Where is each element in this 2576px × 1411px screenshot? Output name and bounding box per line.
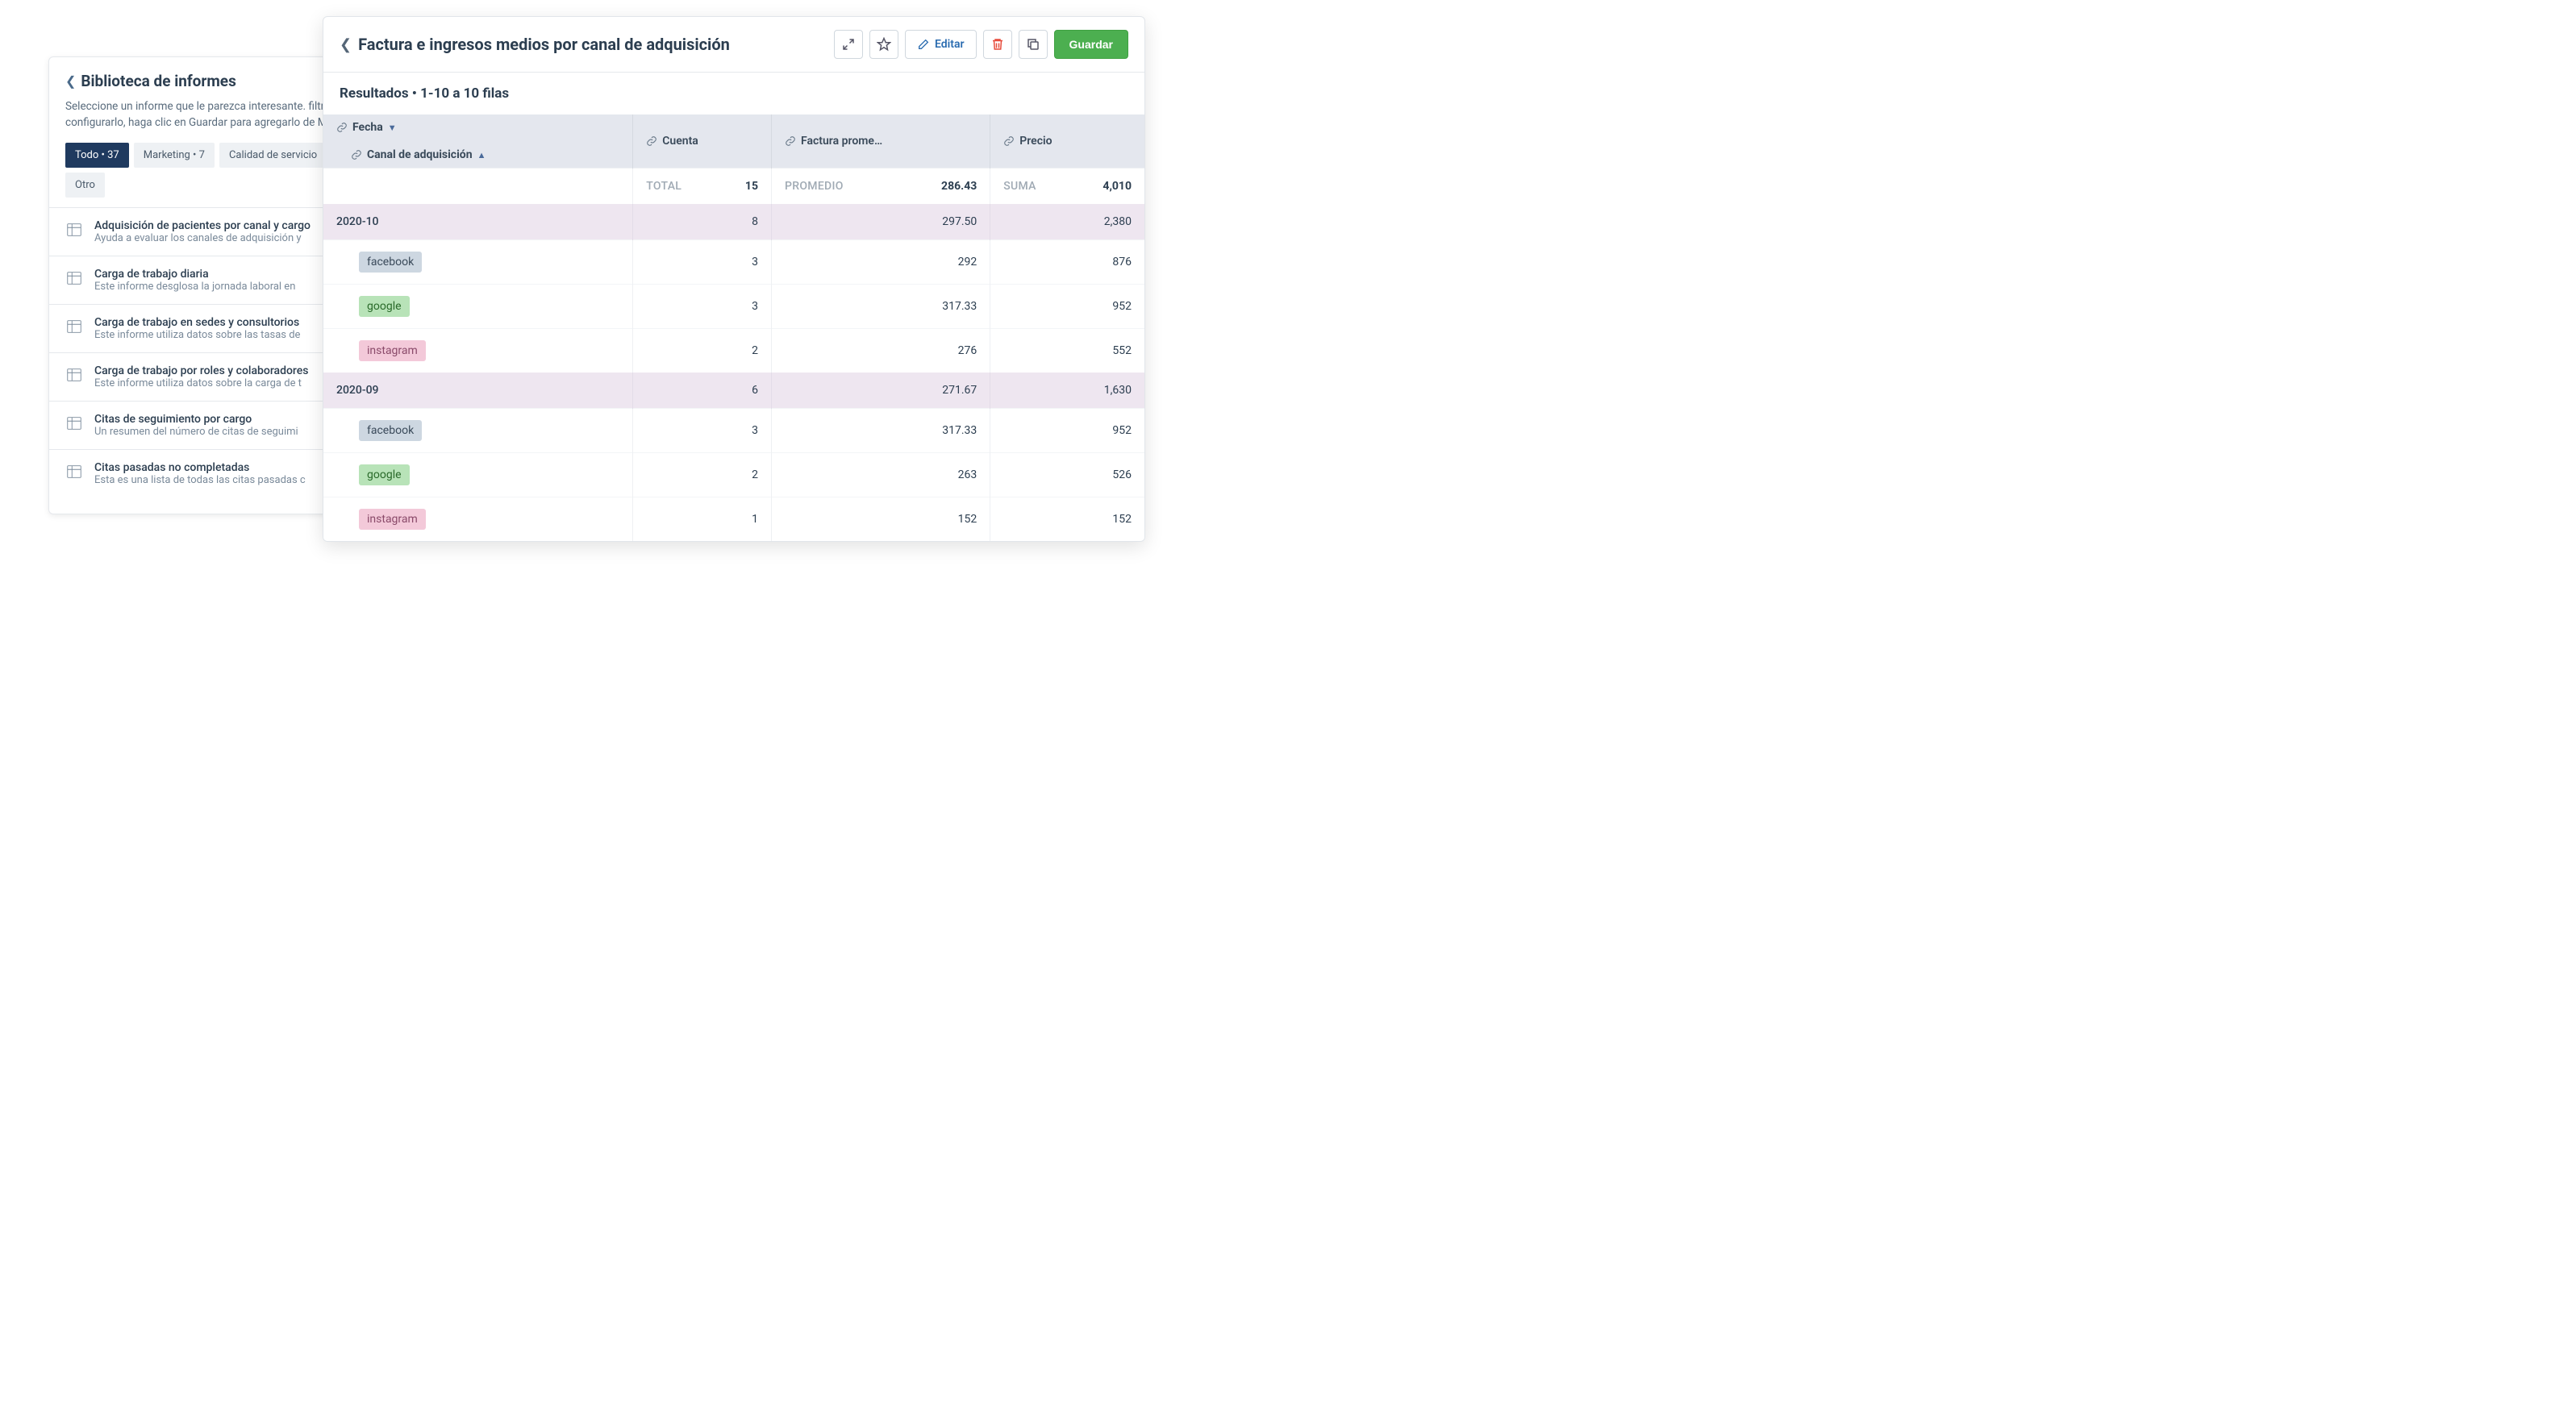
link-icon xyxy=(1003,135,1015,147)
sort-desc-icon: ▼ xyxy=(388,123,397,133)
delete-button[interactable] xyxy=(983,30,1012,59)
link-icon xyxy=(351,149,362,160)
cell-m3: 152 xyxy=(990,497,1144,542)
group-label: 2020-09 xyxy=(323,373,633,409)
column-factura-promedio[interactable]: Factura prome… xyxy=(772,114,990,169)
expand-icon xyxy=(841,37,856,52)
report-item-desc: Este informe utiliza datos sobre las tas… xyxy=(94,329,300,341)
cell-m3: 876 xyxy=(990,240,1144,285)
report-title: Factura e ingresos medios por canal de a… xyxy=(358,35,730,54)
group-row[interactable]: 2020-108297.502,380 xyxy=(323,204,1144,240)
table-icon xyxy=(65,318,83,335)
cell-m2: 317.33 xyxy=(772,285,990,329)
dimension-fecha[interactable]: Fecha ▼ xyxy=(336,121,619,134)
cell-m1: 2 xyxy=(633,453,772,497)
copy-icon xyxy=(1026,37,1040,52)
report-item-name: Citas pasadas no completadas xyxy=(94,461,306,474)
filter-pill[interactable]: Otro xyxy=(65,173,105,198)
table-icon xyxy=(65,269,83,287)
filter-pill[interactable]: Todo • 37 xyxy=(65,143,129,168)
table-icon xyxy=(65,463,83,481)
results-summary: Resultados • 1-10 a 10 filas xyxy=(323,73,1144,114)
table-row: google 3317.33952 xyxy=(323,285,1144,329)
star-icon xyxy=(877,37,891,52)
report-item-name: Carga de trabajo en sedes y consultorios xyxy=(94,316,300,329)
favorite-button[interactable] xyxy=(869,30,898,59)
channel-tag: google xyxy=(359,296,410,317)
chevron-left-icon[interactable]: ❮ xyxy=(65,73,76,89)
table-row: facebook 3317.33952 xyxy=(323,409,1144,453)
report-item-name: Carga de trabajo por roles y colaborador… xyxy=(94,364,308,377)
cell-m3: 552 xyxy=(990,329,1144,373)
group-row[interactable]: 2020-096271.671,630 xyxy=(323,373,1144,409)
report-item-name: Adquisición de pacientes por canal y car… xyxy=(94,219,311,232)
dimension-header: Fecha ▼ Canal de adquisición ▲ xyxy=(323,114,633,169)
table-icon xyxy=(65,221,83,239)
cell-m2: 276 xyxy=(772,329,990,373)
cell-m1: 3 xyxy=(633,409,772,453)
group-m1: 6 xyxy=(633,373,772,409)
group-m2: 271.67 xyxy=(772,373,990,409)
dimension-canal[interactable]: Canal de adquisición ▲ xyxy=(336,148,619,161)
column-precio[interactable]: Precio xyxy=(990,114,1144,169)
table-row: facebook 3292876 xyxy=(323,240,1144,285)
results-table: Fecha ▼ Canal de adquisición ▲ Cuenta xyxy=(323,114,1144,541)
table-row: instagram 2276552 xyxy=(323,329,1144,373)
group-label: 2020-10 xyxy=(323,204,633,240)
column-cuenta[interactable]: Cuenta xyxy=(633,114,772,169)
group-m1: 8 xyxy=(633,204,772,240)
report-item-desc: Este informe utiliza datos sobre la carg… xyxy=(94,377,308,389)
cell-m1: 2 xyxy=(633,329,772,373)
channel-tag: google xyxy=(359,464,410,485)
cell-m2: 263 xyxy=(772,453,990,497)
cell-m1: 1 xyxy=(633,497,772,542)
edit-button[interactable]: Editar xyxy=(905,30,977,59)
report-item-desc: Esta es una lista de todas las citas pas… xyxy=(94,474,306,486)
chevron-left-icon[interactable]: ❮ xyxy=(340,36,352,53)
cell-m3: 526 xyxy=(990,453,1144,497)
save-button[interactable]: Guardar xyxy=(1054,30,1128,59)
library-title: Biblioteca de informes xyxy=(81,72,236,90)
copy-button[interactable] xyxy=(1019,30,1048,59)
channel-tag: facebook xyxy=(359,420,422,441)
report-item-desc: Ayuda a evaluar los canales de adquisici… xyxy=(94,232,311,244)
cell-m2: 292 xyxy=(772,240,990,285)
trash-icon xyxy=(990,37,1005,52)
sort-asc-icon: ▲ xyxy=(477,150,486,160)
report-item-name: Carga de trabajo diaria xyxy=(94,268,295,281)
cell-m1: 3 xyxy=(633,240,772,285)
cell-m3: 952 xyxy=(990,409,1144,453)
link-icon xyxy=(336,122,348,133)
report-item-desc: Este informe desglosa la jornada laboral… xyxy=(94,281,295,293)
table-row: instagram1152152 xyxy=(323,497,1144,542)
link-icon xyxy=(785,135,796,147)
filter-pill[interactable]: Marketing • 7 xyxy=(134,143,215,168)
table-row: google 2263526 xyxy=(323,453,1144,497)
channel-tag: instagram xyxy=(359,340,426,361)
cell-m2: 152 xyxy=(772,497,990,542)
group-m3: 1,630 xyxy=(990,373,1144,409)
expand-button[interactable] xyxy=(834,30,863,59)
table-icon xyxy=(65,366,83,384)
report-header: ❮ Factura e ingresos medios por canal de… xyxy=(323,17,1144,73)
totals-row: TOTAL15 PROMEDIO286.43 SUMA4,010 xyxy=(323,169,1144,205)
report-detail-panel: ❮ Factura e ingresos medios por canal de… xyxy=(323,16,1145,542)
edit-icon xyxy=(917,38,930,51)
channel-tag: facebook xyxy=(359,252,422,273)
group-m3: 2,380 xyxy=(990,204,1144,240)
table-icon xyxy=(65,414,83,432)
channel-tag: instagram xyxy=(359,509,426,530)
report-item-name: Citas de seguimiento por cargo xyxy=(94,413,298,426)
group-m2: 297.50 xyxy=(772,204,990,240)
cell-m3: 952 xyxy=(990,285,1144,329)
report-actions: Editar Guardar xyxy=(834,30,1128,59)
cell-m1: 3 xyxy=(633,285,772,329)
filter-pill[interactable]: Calidad de servicio xyxy=(219,143,327,168)
link-icon xyxy=(646,135,657,147)
edit-label: Editar xyxy=(935,38,965,51)
report-item-desc: Un resumen del número de citas de seguim… xyxy=(94,426,298,438)
cell-m2: 317.33 xyxy=(772,409,990,453)
